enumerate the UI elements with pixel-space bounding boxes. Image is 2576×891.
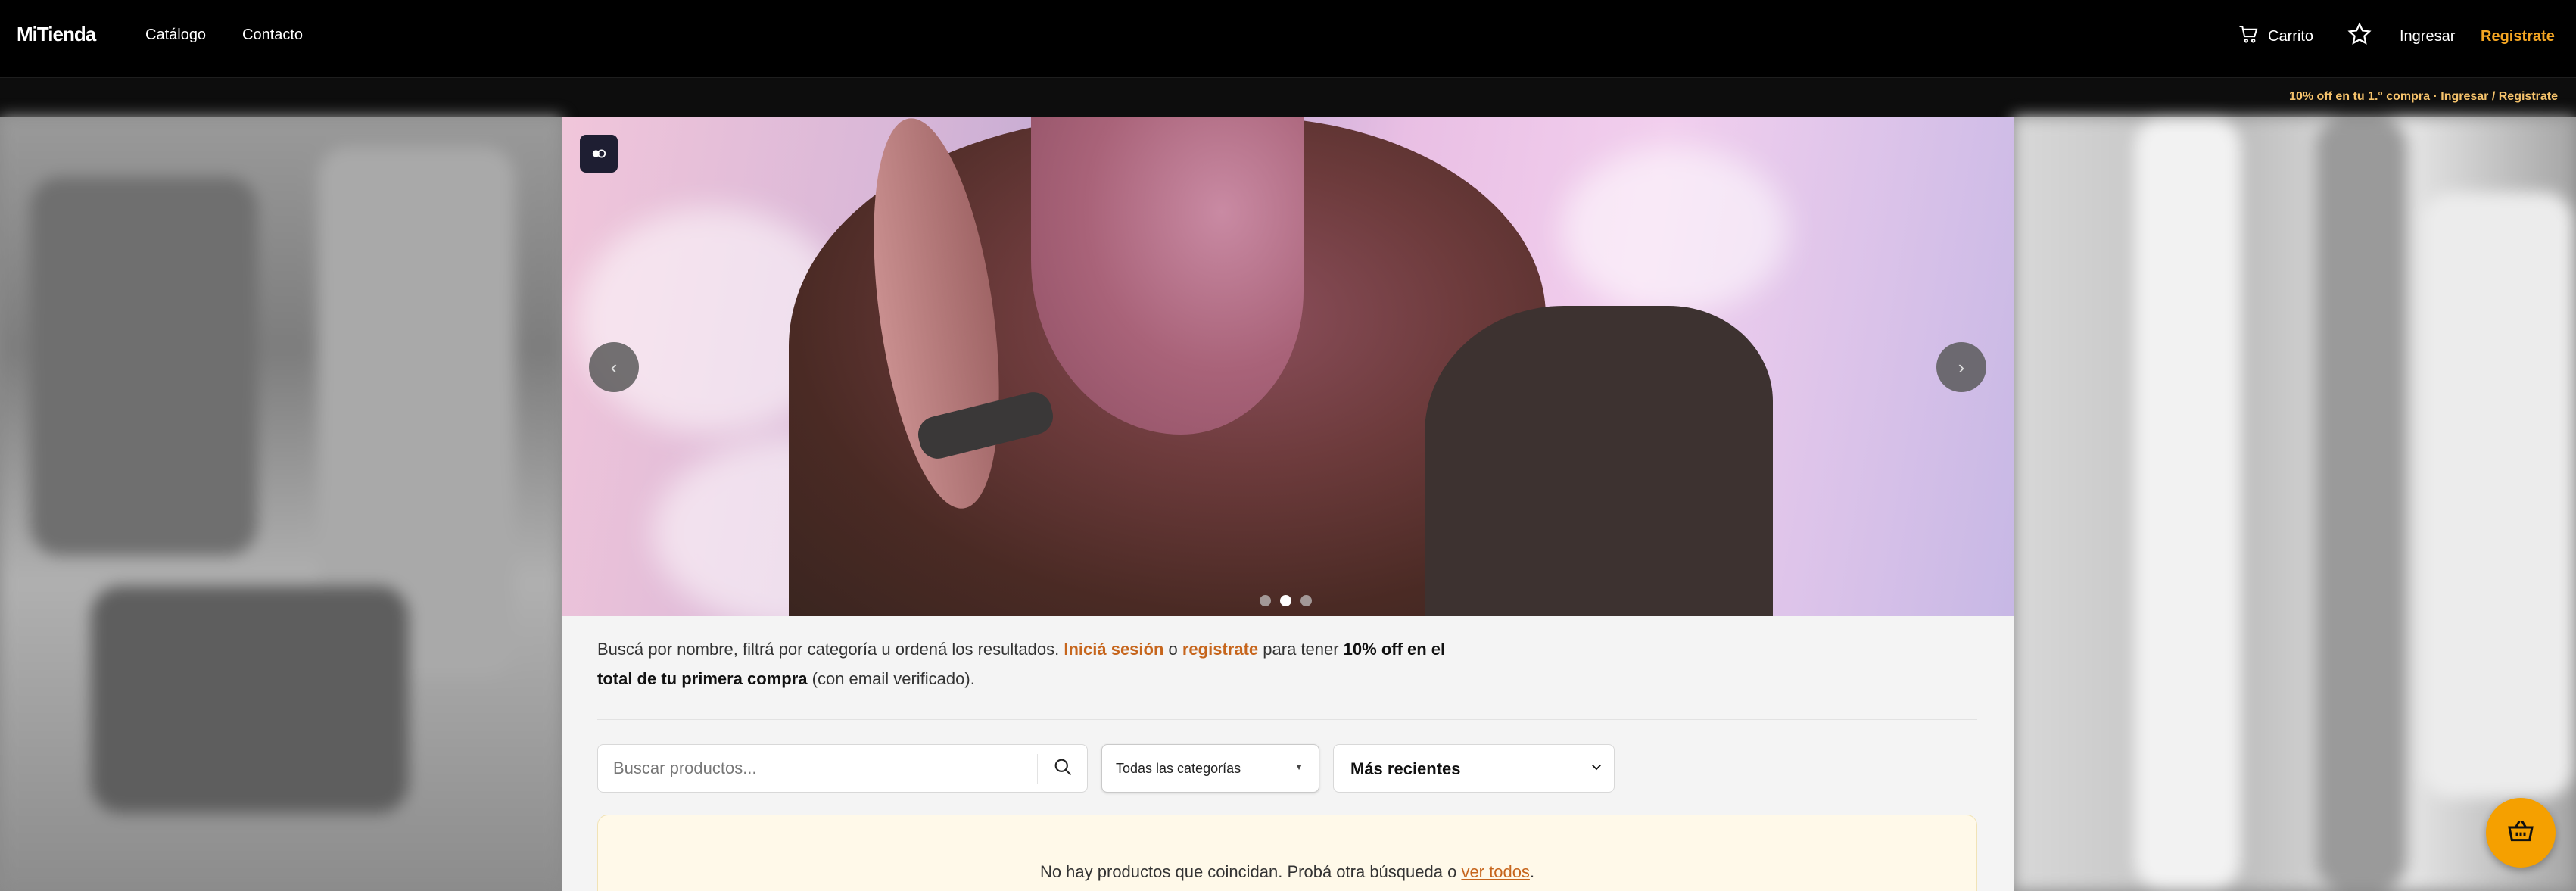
category-selected: Todas las categorías xyxy=(1116,761,1241,776)
chevron-down-icon xyxy=(1590,760,1603,777)
search-box xyxy=(597,744,1088,793)
promo-login-link[interactable]: Ingresar xyxy=(2441,90,2488,103)
nav-link-contacto[interactable]: Contacto xyxy=(242,26,303,44)
sort-select[interactable]: Más recientes xyxy=(1333,744,1615,793)
carousel-prev-button[interactable]: ‹ xyxy=(589,342,639,392)
carousel-next-button[interactable]: › xyxy=(1936,342,1986,392)
login-link[interactable]: Ingresar xyxy=(2400,23,2455,50)
intro-part3: para tener xyxy=(1258,640,1344,659)
search-icon xyxy=(1052,756,1073,781)
hero-carousel: ‹ › xyxy=(562,117,2014,616)
carousel-dot[interactable] xyxy=(1300,595,1312,606)
intro-part1: Buscá por nombre, filtrá por categoría u… xyxy=(597,640,1064,659)
view-all-link[interactable]: ver todos xyxy=(1461,862,1530,881)
nav-link-catalogo[interactable]: Catálogo xyxy=(145,26,206,44)
intro-text: Buscá por nombre, filtrá por categoría u… xyxy=(597,634,1475,693)
carousel-dot[interactable] xyxy=(1260,595,1271,606)
cart-icon xyxy=(2238,23,2260,50)
divider xyxy=(597,719,1977,720)
empty-state-notice: No hay productos que coincidan. Probá ot… xyxy=(597,815,1977,891)
intro-part2: o xyxy=(1163,640,1182,659)
intro-part4: (con email verificado). xyxy=(807,669,975,688)
empty-message-end: . xyxy=(1529,862,1535,881)
sort-selected: Más recientes xyxy=(1350,759,1461,778)
favorites-button[interactable] xyxy=(2347,21,2372,51)
main-content: ‹ › Buscá por nombre, filtrá por categor… xyxy=(562,117,2014,891)
promo-register-link[interactable]: Registrate xyxy=(2499,90,2558,103)
cart-link[interactable]: Carrito xyxy=(2238,23,2313,50)
top-navbar: MiTienda Catálogo Contacto Carrito Ingre… xyxy=(0,0,2576,77)
empty-message-text: No hay productos que coincidan. Probá ot… xyxy=(1039,862,1462,881)
floating-cart-button[interactable] xyxy=(2486,798,2556,868)
promo-separator: / xyxy=(2488,90,2499,103)
search-button[interactable] xyxy=(1038,745,1088,792)
intro-register-link[interactable]: registrate xyxy=(1182,640,1258,659)
background-left xyxy=(0,117,562,891)
promo-bar: 10% off en tu 1.° compra · Ingresar / Re… xyxy=(0,77,2576,117)
background-right xyxy=(2014,117,2576,891)
carousel-dot-active[interactable] xyxy=(1280,595,1291,606)
promo-message: 10% off en tu 1.° compra · xyxy=(2289,90,2441,103)
empty-message: No hay productos que coincidan. Probá ot… xyxy=(598,862,1976,882)
basket-icon xyxy=(2506,816,2536,850)
register-link[interactable]: Registrate xyxy=(2481,23,2555,50)
star-icon xyxy=(2347,21,2372,51)
caret-down-icon: ▼ xyxy=(1294,762,1304,772)
intro-login-link[interactable]: Iniciá sesión xyxy=(1064,640,1163,659)
logo[interactable]: MiTienda xyxy=(17,23,96,46)
category-select[interactable]: Todas las categorías ▼ xyxy=(1101,744,1319,793)
accessibility-icon[interactable] xyxy=(580,135,618,173)
promo-text: 10% off en tu 1.° compra · Ingresar / Re… xyxy=(2289,90,2558,104)
cart-label: Carrito xyxy=(2268,27,2314,45)
search-input[interactable] xyxy=(598,745,1037,792)
carousel-dots xyxy=(1260,595,1312,606)
